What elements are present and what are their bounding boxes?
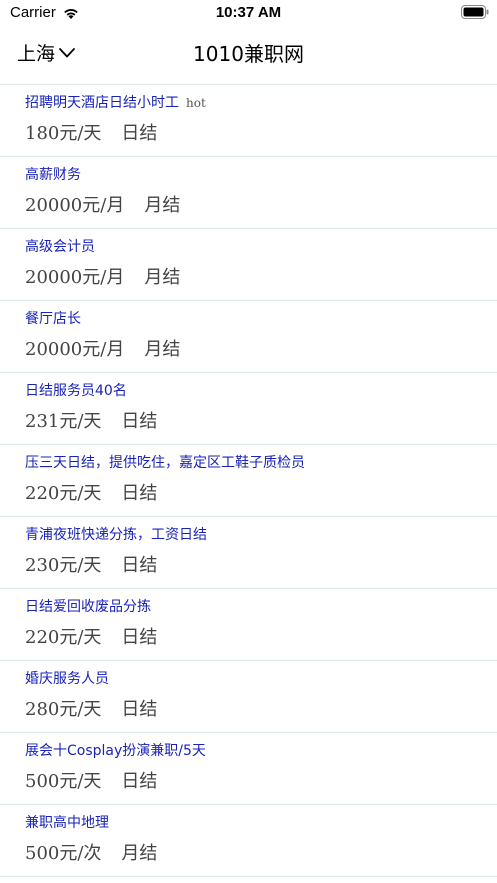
job-title-row: 餐厅店长 [25, 308, 81, 328]
job-title[interactable]: 压三天日结，提供吃住，嘉定区工鞋子质检员 [25, 452, 305, 472]
job-title-row: 兼职高中地理 [25, 812, 109, 832]
job-meta: 500元/次 月结 [25, 839, 157, 865]
battery-icon [461, 5, 489, 19]
job-pay-cycle: 日结 [121, 555, 158, 576]
job-title-row: 展会十Cosplay扮演兼职/5天 [25, 740, 206, 760]
job-title-row: 青浦夜班快递分拣，工资日结 [25, 524, 207, 544]
job-list-item[interactable]: 展会十Cosplay扮演兼职/5天 500元/天 日结 [0, 733, 497, 805]
job-pay-cycle: 日结 [121, 411, 158, 432]
job-title[interactable]: 展会十Cosplay扮演兼职/5天 [25, 740, 206, 760]
job-pay-cycle: 日结 [121, 483, 158, 504]
job-title[interactable]: 招聘明天酒店日结小时工 [25, 92, 179, 112]
job-list-item[interactable]: 日结爱回收废品分拣 220元/天 日结 [0, 589, 497, 661]
job-list-item[interactable]: 招聘明天酒店日结小时工 hot 180元/天 日结 [0, 85, 497, 157]
job-title[interactable]: 餐厅店长 [25, 308, 81, 328]
job-meta: 231元/天 日结 [25, 407, 157, 433]
job-title-row: 婚庆服务人员 [25, 668, 109, 688]
job-pay: 20000元/月 [25, 339, 125, 360]
job-pay-cycle: 日结 [121, 699, 158, 720]
job-list-item[interactable]: 婚庆服务人员 280元/天 日结 [0, 661, 497, 733]
clock: 10:37 AM [215, 4, 282, 21]
job-list-item[interactable]: 高薪财务 20000元/月 月结 [0, 157, 497, 229]
job-list-item[interactable]: 餐厅店长 20000元/月 月结 [0, 301, 497, 373]
job-pay: 180元/天 [25, 123, 102, 144]
job-title-row: 招聘明天酒店日结小时工 hot [25, 92, 206, 112]
job-meta: 280元/天 日结 [25, 695, 157, 721]
job-title[interactable]: 青浦夜班快递分拣，工资日结 [25, 524, 207, 544]
job-pay-cycle: 月结 [121, 843, 158, 864]
job-pay-cycle: 日结 [121, 123, 158, 144]
job-list-item[interactable]: 青浦夜班快递分拣，工资日结 230元/天 日结 [0, 517, 497, 589]
job-pay: 231元/天 [25, 411, 102, 432]
job-meta: 500元/天 日结 [25, 767, 157, 793]
job-title[interactable]: 高薪财务 [25, 164, 81, 184]
page-title: 1010兼职网 [193, 42, 304, 66]
job-pay: 280元/天 [25, 699, 102, 720]
job-title[interactable]: 婚庆服务人员 [25, 668, 109, 688]
job-list-item[interactable]: 高级会计员 20000元/月 月结 [0, 229, 497, 301]
job-title-row: 压三天日结，提供吃住，嘉定区工鞋子质检员 [25, 452, 305, 472]
job-title[interactable]: 日结服务员40名 [25, 380, 127, 400]
job-pay-cycle: 月结 [144, 267, 181, 288]
job-meta: 20000元/月 月结 [25, 191, 180, 217]
status-bar: Carrier 10:37 AM [0, 0, 497, 28]
job-meta: 20000元/月 月结 [25, 263, 180, 289]
job-title-row: 高级会计员 [25, 236, 95, 256]
job-meta: 230元/天 日结 [25, 551, 157, 577]
job-meta: 220元/天 日结 [25, 479, 157, 505]
job-pay-cycle: 月结 [144, 339, 181, 360]
job-pay: 220元/天 [25, 483, 102, 504]
job-pay: 20000元/月 [25, 195, 125, 216]
job-title[interactable]: 日结爱回收废品分拣 [25, 596, 151, 616]
job-pay: 500元/天 [25, 771, 102, 792]
navigation-bar: 上海 1010兼职网 [0, 28, 497, 84]
job-list-item[interactable]: 日结服务员40名 231元/天 日结 [0, 373, 497, 445]
job-list-item[interactable]: 压三天日结，提供吃住，嘉定区工鞋子质检员 220元/天 日结 [0, 445, 497, 517]
job-pay-cycle: 日结 [121, 771, 158, 792]
job-pay-cycle: 日结 [121, 627, 158, 648]
job-pay-cycle: 月结 [144, 195, 181, 216]
job-pay: 220元/天 [25, 627, 102, 648]
job-list-item[interactable]: 兼职高中地理 500元/次 月结 [0, 805, 497, 877]
job-list: 招聘明天酒店日结小时工 hot 180元/天 日结 高薪财务 20000元/月 月结… [0, 85, 497, 877]
job-pay: 500元/次 [25, 843, 102, 864]
job-title[interactable]: 兼职高中地理 [25, 812, 109, 832]
job-title-row: 高薪财务 [25, 164, 81, 184]
job-pay: 20000元/月 [25, 267, 125, 288]
job-meta: 220元/天 日结 [25, 623, 157, 649]
job-title-row: 日结服务员40名 [25, 380, 127, 400]
job-title[interactable]: 高级会计员 [25, 236, 95, 256]
job-meta: 180元/天 日结 [25, 119, 157, 145]
job-title-row: 日结爱回收废品分拣 [25, 596, 151, 616]
job-pay: 230元/天 [25, 555, 102, 576]
hot-badge: hot [186, 96, 206, 110]
job-meta: 20000元/月 月结 [25, 335, 180, 361]
